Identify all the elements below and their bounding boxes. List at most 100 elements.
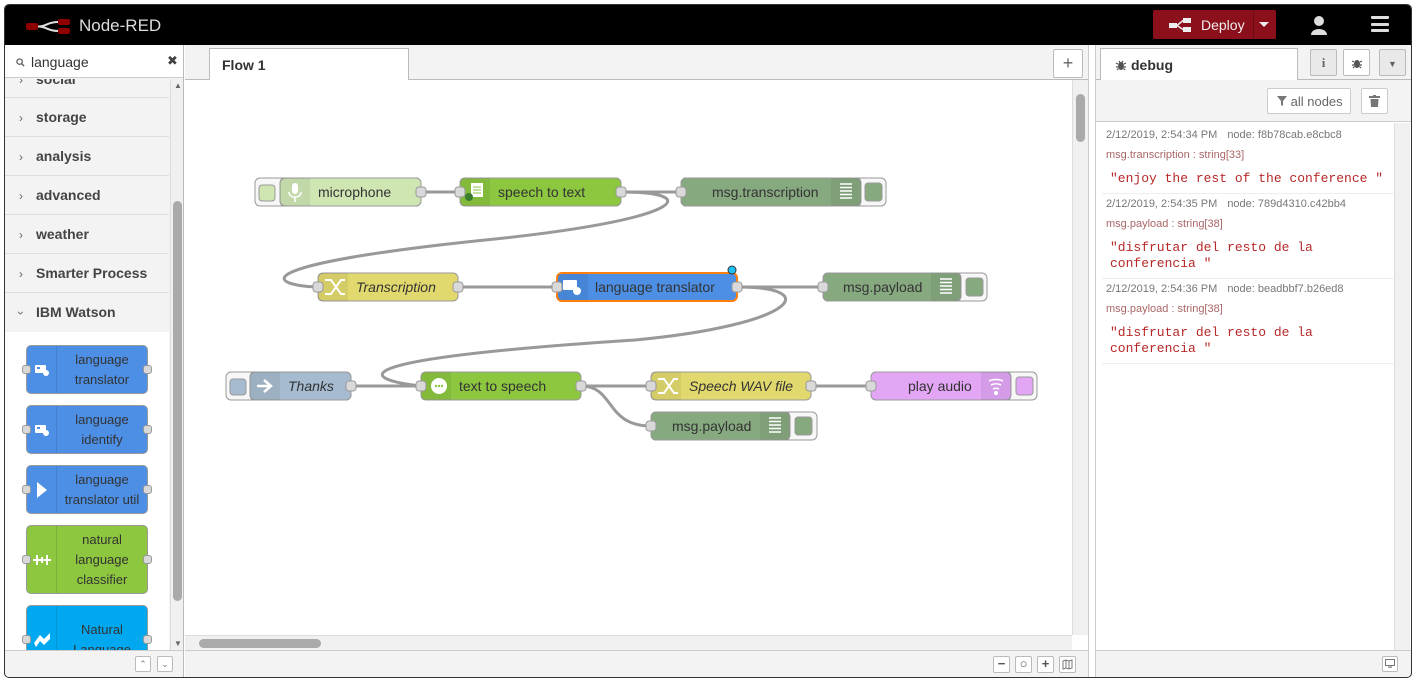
sidebar-scrollbar[interactable]	[1394, 123, 1410, 650]
deploy-separator	[1253, 10, 1254, 39]
debug-node-id[interactable]: node: beadbbf7.b26ed8	[1227, 283, 1343, 295]
node-debug-msg-payload-1[interactable]: msg.payload	[817, 272, 988, 302]
inject-button[interactable]	[229, 378, 247, 396]
node-text-to-speech[interactable]: text to speech	[415, 371, 587, 401]
node-speech-to-text[interactable]: speech to text	[454, 177, 627, 207]
main-menu-button[interactable]	[1371, 16, 1389, 34]
tab-flow-1[interactable]: Flow 1	[209, 48, 409, 81]
node-debug-msg-payload-2[interactable]: msg.payload	[645, 411, 818, 441]
collapse-all-button[interactable]: ⌃	[135, 656, 151, 672]
node-language-translator[interactable]: language translator	[551, 265, 743, 302]
clear-search-icon[interactable]: ✖	[167, 53, 178, 69]
zoom-out-button[interactable]: −	[993, 656, 1010, 673]
debug-message: 2/12/2019, 2:54:36 PM node: beadbbf7.b26e…	[1102, 279, 1394, 364]
palette-scrollbar[interactable]: ▲ ▼	[170, 79, 183, 651]
workspace-tabs: Flow 1 +	[185, 45, 1088, 81]
workspace-horizontal-scrollbar[interactable]	[185, 635, 1072, 650]
workspace-footer: − ○ +	[185, 650, 1088, 677]
wire-tts-to-debug	[580, 384, 652, 428]
palette-categories: › social › storage › analysis › advanced › we…	[5, 79, 169, 651]
category-analysis[interactable]: › analysis	[5, 137, 169, 176]
changed-indicator	[727, 265, 737, 275]
sidebar: debug i ▼ all nodes 2/12/2019, 2:54:34 P…	[1096, 45, 1411, 677]
category-ibm-watson[interactable]: › IBM Watson	[5, 293, 169, 332]
node-thanks[interactable]: Thanks	[225, 371, 357, 401]
category-advanced[interactable]: › advanced	[5, 176, 169, 215]
debug-toggle-button[interactable]	[794, 416, 813, 436]
tab-debug-label: debug	[1131, 57, 1173, 73]
map-icon	[1062, 659, 1073, 670]
debug-timestamp: 2/12/2019, 2:54:34 PM	[1106, 129, 1218, 141]
palette-search-input[interactable]	[31, 53, 161, 71]
palette-node-natural-language-classifier[interactable]: natural language classifier	[22, 525, 152, 594]
debug-tab-button[interactable]	[1343, 49, 1370, 76]
tab-debug[interactable]: debug	[1100, 48, 1298, 81]
chevron-right-icon: ›	[19, 189, 23, 203]
node-play-audio[interactable]: play audio	[865, 371, 1038, 401]
caret-down-icon: ▼	[1388, 59, 1397, 69]
sidebar-resize-handle[interactable]	[1088, 45, 1096, 677]
category-weather[interactable]: › weather	[5, 215, 169, 254]
debug-node-id[interactable]: node: 789d4310.c42bb4	[1227, 198, 1346, 210]
debug-node-id[interactable]: node: f8b78cab.e8cbc8	[1227, 129, 1341, 141]
sidebar-footer	[1096, 650, 1411, 677]
svg-text:Speech WAV file: Speech WAV file	[689, 378, 793, 394]
nlu-icon	[27, 606, 57, 651]
chevron-right-icon: ›	[19, 79, 23, 87]
app-title: Node-RED	[79, 16, 162, 35]
svg-text:msg.payload: msg.payload	[843, 279, 922, 295]
deploy-button[interactable]: Deploy	[1153, 10, 1276, 39]
node-red-logo: Node-RED	[25, 14, 161, 38]
svg-text:Thanks: Thanks	[288, 378, 334, 394]
category-social[interactable]: › social	[5, 79, 169, 98]
node-debug-msg-transcription[interactable]: msg.transcription	[675, 177, 887, 207]
palette-node-language-translator[interactable]: language translator	[22, 345, 152, 394]
sidebar-tabs: debug i ▼	[1096, 45, 1411, 81]
translator-icon	[27, 406, 57, 453]
node-speech-wav-file[interactable]: Speech WAV file	[645, 371, 817, 401]
debug-toggle-button[interactable]	[864, 182, 883, 202]
debug-value[interactable]: "disfrutar del resto de la conferencia "	[1106, 240, 1390, 272]
debug-message-list: 2/12/2019, 2:54:34 PM node: f8b78cab.e8cb…	[1102, 125, 1394, 389]
debug-topic: msg.payload : string[38]	[1106, 218, 1223, 230]
zoom-in-button[interactable]: +	[1037, 656, 1054, 673]
user-menu-button[interactable]	[1307, 13, 1331, 37]
node-transcription[interactable]: Transcription	[312, 272, 464, 302]
bug-icon	[1351, 60, 1362, 69]
node-microphone[interactable]: microphone	[254, 177, 427, 207]
info-tab-button[interactable]: i	[1310, 49, 1337, 76]
expand-all-button[interactable]: ⌄	[157, 656, 173, 672]
workspace-vertical-scrollbar[interactable]	[1072, 80, 1088, 635]
clear-debug-button[interactable]	[1361, 88, 1388, 114]
app-header: Node-RED Deploy	[5, 5, 1411, 45]
deploy-options-caret-icon[interactable]	[1259, 22, 1269, 27]
flow-canvas[interactable]: microphone speech to text msg.transcript…	[185, 80, 1072, 635]
navigator-map-button[interactable]	[1059, 656, 1076, 673]
debug-toggle-button[interactable]	[965, 277, 984, 297]
zoom-reset-button[interactable]: ○	[1015, 656, 1032, 673]
classifier-icon	[27, 526, 57, 593]
workspace-vscroll-thumb[interactable]	[1076, 94, 1085, 142]
hamburger-icon	[1371, 16, 1389, 19]
debug-message: 2/12/2019, 2:54:35 PM node: 789d4310.c42b…	[1102, 194, 1394, 279]
debug-value[interactable]: "disfrutar del resto de la conferencia "	[1106, 325, 1390, 357]
workspace-hscroll-thumb[interactable]	[199, 639, 321, 648]
arrow-right-icon	[27, 466, 57, 513]
sidebar-tabs-menu-button[interactable]: ▼	[1379, 49, 1406, 76]
debug-value[interactable]: "enjoy the rest of the conference "	[1106, 171, 1390, 187]
category-smarter-process[interactable]: › Smarter Process	[5, 254, 169, 293]
palette-scroll-thumb[interactable]	[173, 201, 182, 601]
bug-icon	[1115, 60, 1127, 71]
debug-list-icon	[931, 273, 961, 301]
chevron-right-icon: ›	[19, 150, 23, 164]
add-flow-button[interactable]: +	[1053, 49, 1083, 78]
open-debug-window-button[interactable]	[1382, 656, 1398, 672]
palette-node-language-translator-util[interactable]: language translator util	[22, 465, 152, 514]
category-storage[interactable]: › storage	[5, 98, 169, 137]
palette-node-natural-language[interactable]: Natural Language	[22, 605, 152, 651]
debug-filter-button[interactable]: all nodes	[1267, 88, 1351, 114]
scroll-down-icon[interactable]: ▼	[174, 639, 182, 648]
palette-node-language-identify[interactable]: language identify	[22, 405, 152, 454]
trash-icon	[1369, 95, 1380, 107]
scroll-up-icon[interactable]: ▲	[174, 81, 182, 90]
